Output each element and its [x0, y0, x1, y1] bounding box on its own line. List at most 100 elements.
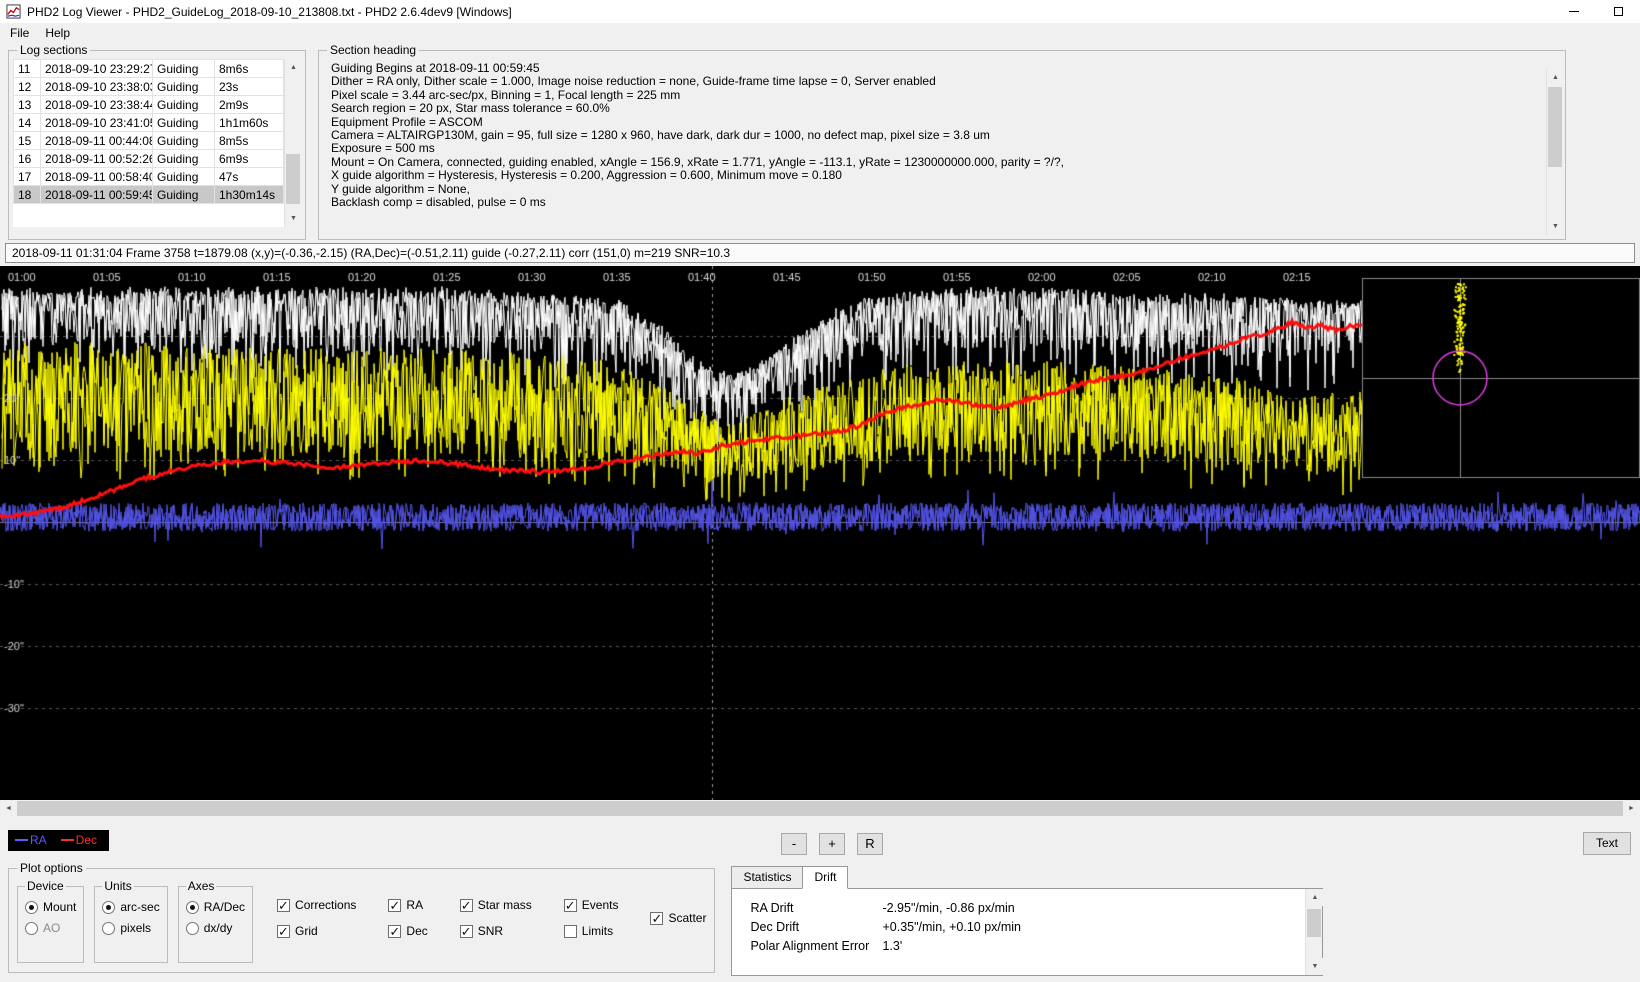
- frame-status-line: 2018-09-11 01:31:04 Frame 3758 t=1879.08…: [5, 243, 1635, 263]
- scroll-up-icon[interactable]: ▲: [1306, 889, 1324, 906]
- legend-dec: Dec: [60, 833, 97, 847]
- heading-line: Camera = ALTAIRGP130M, gain = 95, full s…: [331, 128, 990, 143]
- checkbox-ra[interactable]: RA: [388, 898, 427, 914]
- menu-bar: File Help: [0, 23, 1640, 43]
- scroll-down-icon[interactable]: ▼: [285, 210, 302, 227]
- log-section-row[interactable]: 11 2018-09-10 23:29:27 Guiding 8m6s: [13, 59, 284, 78]
- radio-label: AO: [43, 921, 61, 935]
- log-section-row[interactable]: 12 2018-09-10 23:38:03 Guiding 23s: [13, 77, 284, 96]
- axes-label: Axes: [187, 879, 215, 893]
- device-label: Device: [27, 879, 64, 893]
- radio-ao[interactable]: AO: [25, 921, 76, 935]
- checkbox-scatter[interactable]: Scatter: [650, 911, 707, 927]
- radio-label: dx/dy: [203, 921, 233, 935]
- stats-panel: Statistics Drift RA Drift -2.95"/min, -0…: [731, 861, 1324, 976]
- section-heading-text: Guiding Begins at 2018-09-11 00:59:45 Di…: [323, 59, 1561, 209]
- text-view-button[interactable]: Text: [1583, 832, 1631, 855]
- checkbox-box: [650, 911, 664, 927]
- maximize-button[interactable]: [1596, 0, 1640, 23]
- zoom-in-button[interactable]: +: [819, 833, 845, 855]
- radio-circle: [102, 900, 116, 914]
- checkbox-box: [388, 924, 402, 940]
- section-heading-scrollbar[interactable]: ▲ ▼: [1546, 69, 1564, 235]
- legend-ra: RA: [15, 833, 47, 847]
- checkbox-box: [459, 924, 473, 940]
- log-section-row[interactable]: 16 2018-09-11 00:52:26 Guiding 6m9s: [13, 149, 284, 168]
- heading-line: Exposure = 500 ms: [331, 141, 435, 156]
- device-group: Device Mount AO: [17, 879, 85, 963]
- log-sections-scrollbar[interactable]: ▲ ▼: [284, 59, 302, 227]
- radio-dxdy[interactable]: dx/dy: [185, 921, 245, 935]
- checkbox-label: Star mass: [477, 898, 532, 912]
- log-section-row[interactable]: 17 2018-09-11 00:58:40 Guiding 47s: [13, 167, 284, 186]
- checkbox-grid[interactable]: Grid: [277, 924, 356, 940]
- log-sections-table: 11 2018-09-10 23:29:27 Guiding 8m6s 12 2018-…: [13, 59, 302, 227]
- log-sections-group: Log sections 11 2018-09-10 23:29:27 Guidin…: [8, 43, 306, 240]
- checkbox-box: [459, 898, 473, 914]
- radio-radec[interactable]: RA/Dec: [185, 900, 246, 914]
- tab-drift[interactable]: Drift: [802, 866, 849, 889]
- checkbox-corrections[interactable]: Corrections: [277, 898, 356, 914]
- radio-arcsec[interactable]: arc-sec: [102, 900, 160, 914]
- checkbox-star-mass[interactable]: Star mass: [459, 898, 532, 914]
- zoom-out-button[interactable]: -: [781, 833, 807, 855]
- stats-tabs: Statistics Drift: [731, 866, 1323, 889]
- log-section-row[interactable]: 14 2018-09-10 23:41:05 Guiding 1h1m60s: [13, 113, 284, 132]
- dec-line-swatch: [60, 839, 74, 841]
- axes-group: Axes RA/Dec dx/dy: [177, 879, 254, 963]
- checkbox-snr[interactable]: SNR: [459, 924, 532, 940]
- drift-row-polar: Polar Alignment Error 1.3': [750, 939, 1322, 958]
- chart-horizontal-scrollbar[interactable]: ◄ ►: [0, 800, 1640, 817]
- radio-label: RA/Dec: [203, 900, 246, 914]
- top-row: Log sections 11 2018-09-10 23:29:27 Guidin…: [0, 43, 1640, 240]
- drift-label: RA Drift: [750, 901, 794, 915]
- checkbox-box: [388, 898, 402, 914]
- scroll-up-icon[interactable]: ▲: [285, 59, 302, 76]
- checkbox-events[interactable]: Events: [563, 898, 619, 914]
- radio-circle: [185, 900, 199, 914]
- radio-circle: [25, 921, 38, 935]
- scrollbar-thumb[interactable]: [17, 801, 1623, 816]
- checkbox-label: Scatter: [668, 911, 707, 925]
- plot-options-group: Plot options Device Mount AO Units arc-s…: [8, 861, 716, 973]
- minimize-button[interactable]: [1552, 0, 1596, 23]
- scrollbar-thumb[interactable]: [286, 154, 300, 204]
- scroll-right-icon[interactable]: ►: [1623, 800, 1640, 817]
- log-section-row[interactable]: 15 2018-09-11 00:44:08 Guiding 8m5s: [13, 131, 284, 150]
- radio-label: pixels: [120, 921, 152, 935]
- scrollbar-thumb[interactable]: [1548, 87, 1562, 167]
- log-section-row-selected[interactable]: 18 2018-09-11 00:59:45 Guiding 1h30m14s: [13, 185, 284, 204]
- drift-value: +0.35"/min, +0.10 px/min: [882, 920, 1022, 934]
- radio-mount[interactable]: Mount: [25, 900, 76, 914]
- menu-file[interactable]: File: [2, 24, 37, 42]
- radio-circle: [185, 921, 199, 935]
- guide-graph-canvas[interactable]: [0, 266, 1640, 800]
- drift-scrollbar[interactable]: ▲ ▼: [1305, 889, 1324, 975]
- zoom-reset-button[interactable]: R: [857, 833, 883, 855]
- heading-line: X guide algorithm = Hysteresis, Hysteres…: [331, 168, 842, 183]
- scroll-down-icon[interactable]: ▼: [1547, 218, 1564, 235]
- plot-checkboxes: Corrections Grid RA Dec Star mass: [277, 895, 706, 963]
- menu-help[interactable]: Help: [37, 24, 78, 42]
- units-group: Units arc-sec pixels: [94, 879, 168, 963]
- checkbox-label: Grid: [295, 924, 318, 938]
- drift-value: -2.95"/min, -0.86 px/min: [882, 901, 1015, 915]
- drift-row-dec: Dec Drift +0.35"/min, +0.10 px/min: [750, 920, 1322, 939]
- checkbox-label: Events: [581, 898, 619, 912]
- checkbox-label: Dec: [406, 924, 428, 938]
- radio-circle: [102, 921, 116, 935]
- tab-statistics[interactable]: Statistics: [731, 866, 804, 889]
- section-heading-label: Section heading: [330, 43, 417, 57]
- scroll-down-icon[interactable]: ▼: [1306, 958, 1324, 975]
- scroll-up-icon[interactable]: ▲: [1547, 69, 1564, 86]
- checkbox-limits[interactable]: Limits: [563, 924, 619, 938]
- scrollbar-thumb[interactable]: [1307, 909, 1322, 937]
- window-title: PHD2 Log Viewer - PHD2_GuideLog_2018-09-…: [27, 4, 512, 19]
- heading-line: Y guide algorithm = None,: [331, 181, 470, 196]
- log-section-row[interactable]: 13 2018-09-10 23:38:44 Guiding 2m9s: [13, 95, 284, 114]
- heading-line: Mount = On Camera, connected, guiding en…: [331, 154, 1064, 169]
- checkbox-dec[interactable]: Dec: [388, 924, 428, 940]
- radio-pixels[interactable]: pixels: [102, 921, 159, 935]
- scroll-left-icon[interactable]: ◄: [0, 800, 17, 817]
- checkbox-label: SNR: [477, 924, 504, 938]
